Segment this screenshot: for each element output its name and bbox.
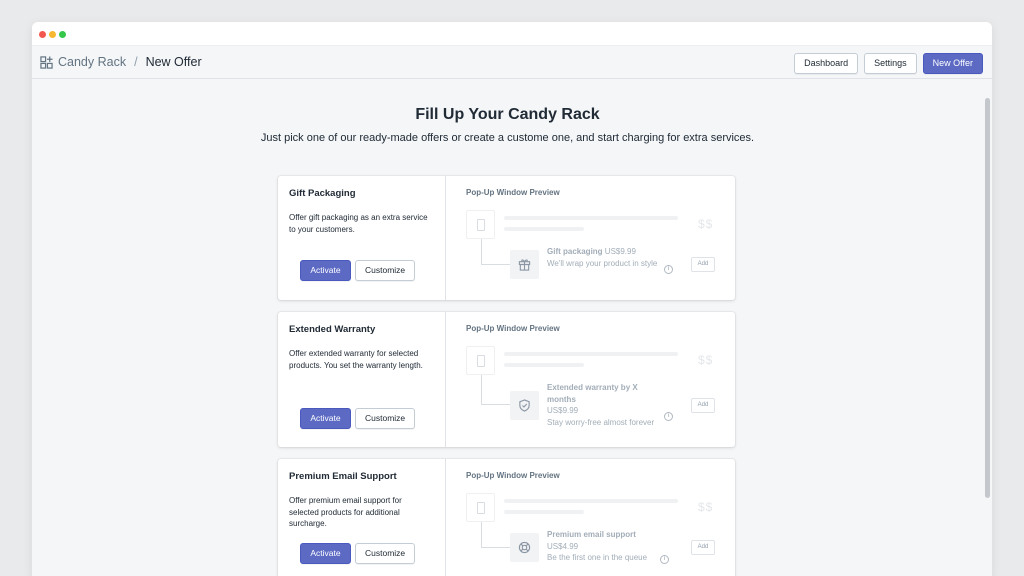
- offer-title: Gift Packaging: [289, 188, 356, 199]
- page-title: Fill Up Your Candy Rack: [415, 106, 600, 123]
- offer-card-extended-warranty: Extended Warranty Offer extended warrant…: [278, 312, 735, 447]
- preview-connector: [481, 375, 510, 405]
- offer-icon-box: [510, 250, 539, 279]
- window-titlebar: [32, 22, 992, 46]
- customize-button[interactable]: Customize: [355, 408, 415, 429]
- price-placeholder: $$: [698, 500, 714, 514]
- placeholder-line: [504, 499, 678, 503]
- app-window: Candy Rack / New Offer Dashboard Setting…: [32, 22, 992, 576]
- preview-connector: [481, 522, 510, 548]
- breadcrumb-current: New Offer: [145, 55, 202, 69]
- preview-offer-name: Extended warranty by X months: [547, 383, 638, 404]
- main-content: Fill Up Your Candy Rack Just pick one of…: [32, 80, 983, 576]
- offer-actions: Activate Customize: [300, 408, 415, 429]
- price-placeholder: $$: [698, 217, 714, 231]
- close-window-button[interactable]: [39, 31, 46, 38]
- offer-description: Offer premium email support for selected…: [289, 496, 402, 528]
- phone-icon: [477, 355, 485, 367]
- preview-add-button: Add: [691, 398, 715, 413]
- preview-title: Pop-Up Window Preview: [466, 324, 560, 333]
- phone-icon: [477, 502, 485, 514]
- customize-button[interactable]: Customize: [355, 543, 415, 564]
- preview-offer-price: US$9.99: [604, 247, 636, 256]
- price-placeholder: $$: [698, 353, 714, 367]
- scrollbar-thumb[interactable]: [985, 98, 990, 498]
- activate-button[interactable]: Activate: [300, 260, 351, 281]
- preview-offer-text: Extended warranty by X months US$9.99 St…: [547, 382, 667, 428]
- preview-offer-text: Gift packaging US$9.99 We'll wrap your p…: [547, 246, 667, 269]
- product-image-placeholder: [466, 493, 495, 522]
- preview-offer-price: US$4.99: [547, 541, 579, 551]
- offer-actions: Activate Customize: [300, 260, 415, 281]
- page-subtitle: Just pick one of our ready-made offers o…: [260, 132, 755, 144]
- dashboard-button[interactable]: Dashboard: [794, 53, 859, 74]
- offer-icon-box: [510, 391, 539, 420]
- top-bar: Candy Rack / New Offer Dashboard Setting…: [32, 46, 992, 79]
- placeholder-line: [504, 216, 678, 220]
- info-icon: i: [664, 412, 673, 421]
- preview-connector: [481, 239, 510, 265]
- breadcrumb-separator: /: [134, 55, 138, 69]
- info-icon: i: [664, 265, 673, 274]
- preview-add-button: Add: [691, 540, 715, 555]
- preview-title: Pop-Up Window Preview: [466, 471, 560, 480]
- offer-info: Extended Warranty Offer extended warrant…: [278, 312, 446, 447]
- lifebuoy-icon: [518, 541, 531, 554]
- offer-description: Offer extended warranty for selected pro…: [289, 349, 423, 370]
- product-image-placeholder: [466, 346, 495, 375]
- offer-actions: Activate Customize: [300, 543, 415, 564]
- gift-icon: [518, 259, 531, 271]
- new-offer-button[interactable]: New Offer: [922, 53, 983, 74]
- scrollbar[interactable]: [983, 80, 992, 576]
- offer-icon-box: [510, 533, 539, 562]
- preview-offer-name: Premium email support: [547, 530, 636, 539]
- placeholder-line: [504, 510, 584, 514]
- breadcrumb: Candy Rack / New Offer: [40, 54, 202, 70]
- phone-icon: [477, 219, 485, 231]
- preview-title: Pop-Up Window Preview: [466, 188, 560, 197]
- offer-title: Premium Email Support: [289, 471, 397, 482]
- minimize-window-button[interactable]: [49, 31, 56, 38]
- placeholder-line: [504, 363, 584, 367]
- maximize-window-button[interactable]: [59, 31, 66, 38]
- info-icon: i: [660, 555, 669, 564]
- placeholder-line: [504, 352, 678, 356]
- offer-card-premium-email-support: Premium Email Support Offer premium emai…: [278, 459, 735, 576]
- preview-offer-description: Stay worry-free almost forever: [547, 417, 655, 427]
- preview-offer-name: Gift packaging: [547, 247, 603, 256]
- offer-info: Premium Email Support Offer premium emai…: [278, 459, 446, 576]
- header-actions: Dashboard Settings New Offer: [794, 53, 983, 74]
- preview-offer-text: Premium email support US$4.99 Be the fir…: [547, 529, 672, 564]
- product-image-placeholder: [466, 210, 495, 239]
- apps-grid-icon: [40, 55, 53, 69]
- preview-offer-price: US$9.99: [547, 406, 579, 415]
- settings-button[interactable]: Settings: [864, 53, 917, 74]
- preview-add-button: Add: [691, 257, 715, 272]
- activate-button[interactable]: Activate: [300, 543, 351, 564]
- activate-button[interactable]: Activate: [300, 408, 351, 429]
- preview-offer-description: Be the first one in the queue: [547, 553, 648, 562]
- offer-description: Offer gift packaging as an extra service…: [289, 213, 428, 234]
- preview-offer-description: We'll wrap your product in style: [547, 258, 658, 268]
- breadcrumb-app-link[interactable]: Candy Rack: [58, 54, 126, 70]
- customize-button[interactable]: Customize: [355, 260, 415, 281]
- shield-check-icon: [519, 399, 530, 412]
- offer-card-gift-packaging: Gift Packaging Offer gift packaging as a…: [278, 176, 735, 300]
- placeholder-line: [504, 227, 584, 231]
- offer-info: Gift Packaging Offer gift packaging as a…: [278, 176, 446, 300]
- offer-title: Extended Warranty: [289, 324, 376, 335]
